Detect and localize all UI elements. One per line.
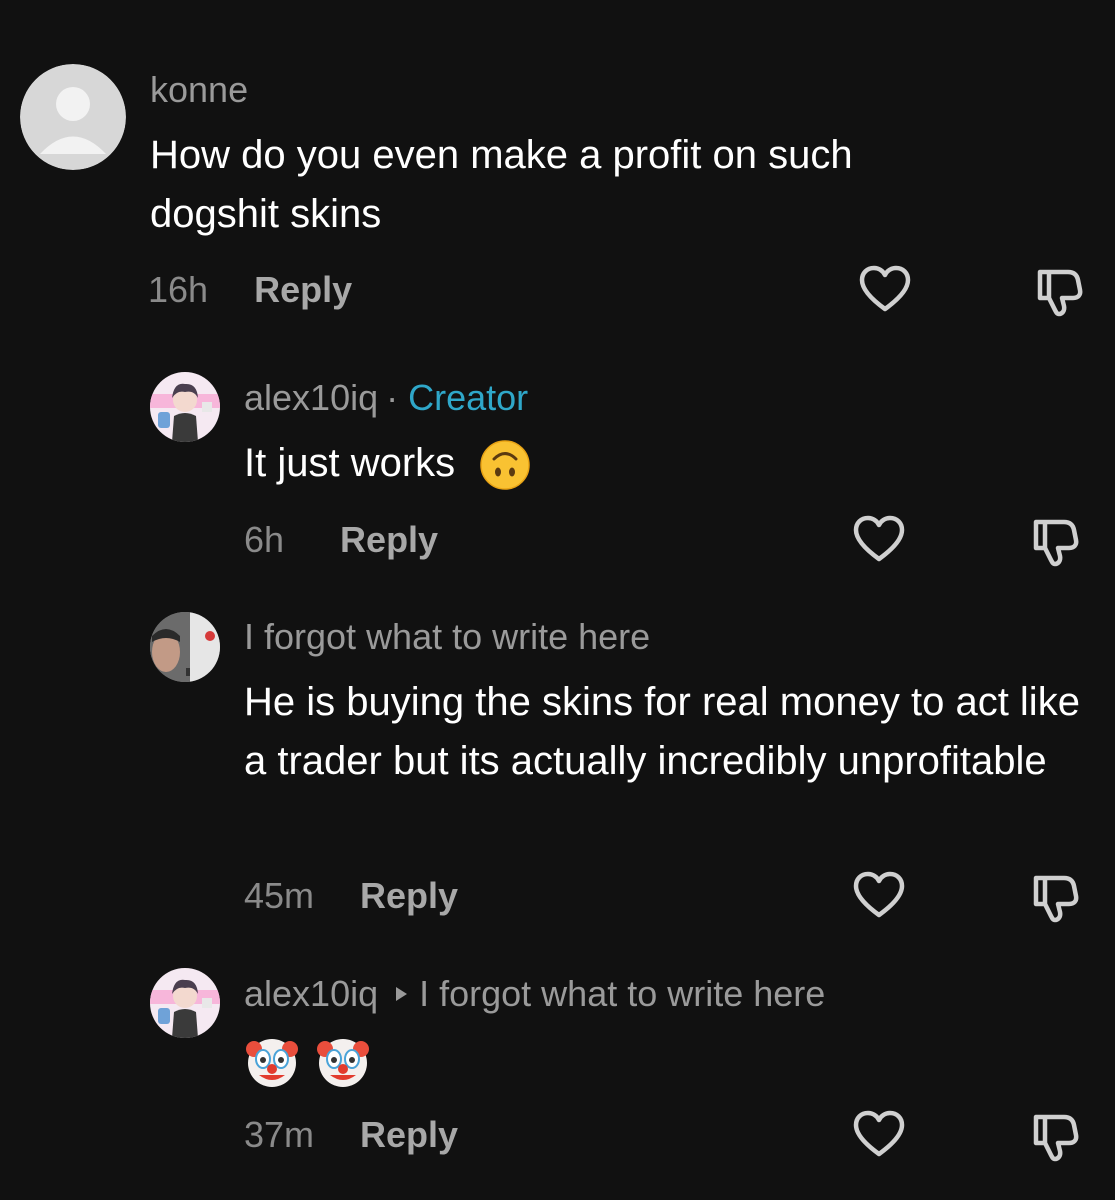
comment-username[interactable]: I forgot what to write here xyxy=(244,619,650,655)
comment-username: alex10iq I forgot what to write here xyxy=(244,976,825,1012)
comment-timestamp: 16h xyxy=(148,269,209,310)
heart-outline-icon[interactable] xyxy=(851,1107,907,1163)
reply-arrow-icon xyxy=(396,987,408,1001)
thumbs-down-outline-icon[interactable] xyxy=(1028,1107,1084,1163)
comment-text: It just works xyxy=(244,434,1064,493)
reply-button[interactable]: Reply xyxy=(360,1114,458,1155)
comment-username[interactable]: konne xyxy=(150,72,248,108)
default-avatar-icon[interactable] xyxy=(20,64,126,170)
comment-meta: 37m Reply xyxy=(244,1117,458,1153)
thumbs-down-outline-icon[interactable] xyxy=(1028,868,1084,924)
comment-meta: 16h Reply xyxy=(148,272,352,308)
comment-timestamp: 45m xyxy=(244,875,315,916)
comment-meta: 6h Reply xyxy=(244,522,438,558)
creator-badge: Creator xyxy=(408,377,529,418)
separator-dot: · xyxy=(386,377,399,418)
upside-down-face-emoji xyxy=(480,440,531,491)
comment-timestamp: 6h xyxy=(244,519,285,560)
username-link[interactable]: alex10iq xyxy=(244,973,378,1014)
comment-username: alex10iq · Creator xyxy=(244,380,528,416)
avatar[interactable] xyxy=(150,968,220,1038)
reply-button[interactable]: Reply xyxy=(360,875,458,916)
avatar[interactable] xyxy=(150,372,220,442)
username-link[interactable]: alex10iq xyxy=(244,377,378,418)
thumbs-down-outline-icon[interactable] xyxy=(1028,512,1084,568)
clown-face-emoji xyxy=(244,1033,300,1089)
comment-text: He is buying the skins for real money to… xyxy=(244,680,1080,783)
comment-text xyxy=(244,1030,1064,1089)
heart-outline-icon[interactable] xyxy=(851,868,907,924)
comment-text-content: It just works xyxy=(244,441,456,485)
comment-meta: 45m Reply xyxy=(244,878,458,914)
heart-outline-icon[interactable] xyxy=(851,512,907,568)
avatar[interactable] xyxy=(150,612,220,682)
reply-button[interactable]: Reply xyxy=(254,269,352,310)
comment-timestamp: 37m xyxy=(244,1114,315,1155)
reply-to-username[interactable]: I forgot what to write here xyxy=(419,973,825,1014)
thumbs-down-outline-icon[interactable] xyxy=(1032,262,1088,318)
heart-outline-icon[interactable] xyxy=(857,262,913,318)
reply-button[interactable]: Reply xyxy=(340,519,438,560)
clown-face-emoji xyxy=(315,1033,371,1089)
comment-text: How do you even make a profit on such do… xyxy=(150,133,853,236)
